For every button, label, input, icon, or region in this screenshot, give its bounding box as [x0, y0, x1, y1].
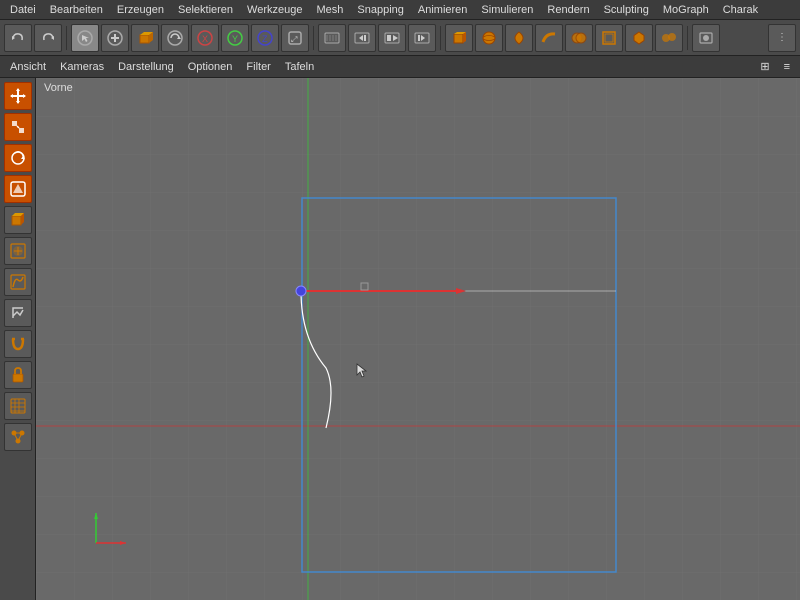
expand-panels-button[interactable]: ⊞: [754, 59, 775, 74]
menu-snapping[interactable]: Snapping: [351, 3, 410, 17]
view-menu-bar: Ansicht Kameras Darstellung Optionen Fil…: [0, 56, 800, 78]
sidebar-scale-btn[interactable]: [4, 113, 32, 141]
sep1: [66, 26, 67, 50]
sep3: [440, 26, 441, 50]
cube-obj-button[interactable]: [445, 24, 473, 52]
sidebar-magnet-btn[interactable]: [4, 330, 32, 358]
main-area: Vorne: [0, 78, 800, 600]
svg-text:⤢: ⤢: [290, 35, 297, 44]
menu-sculpting[interactable]: Sculpting: [598, 3, 655, 17]
subdiv-button[interactable]: [595, 24, 623, 52]
lathe-button[interactable]: [505, 24, 533, 52]
svg-text:Z: Z: [262, 34, 268, 44]
cube-button[interactable]: [131, 24, 159, 52]
sep2: [313, 26, 314, 50]
mirror-z-button[interactable]: Z: [251, 24, 279, 52]
view-menu-kameras[interactable]: Kameras: [54, 60, 110, 74]
menu-rendern[interactable]: Rendern: [541, 3, 595, 17]
next-frame-button[interactable]: [408, 24, 436, 52]
sidebar-grid-btn[interactable]: [4, 392, 32, 420]
keyframe-button[interactable]: [318, 24, 346, 52]
ngon-button[interactable]: [625, 24, 653, 52]
expand-right-button[interactable]: ⋮: [768, 24, 796, 52]
menu-bar: Datei Bearbeiten Erzeugen Selektieren We…: [0, 0, 800, 20]
select-tool-button[interactable]: [71, 24, 99, 52]
mirror-x-button[interactable]: X: [191, 24, 219, 52]
boole-button[interactable]: [565, 24, 593, 52]
sidebar-tool12-btn[interactable]: [4, 423, 32, 451]
undo-button[interactable]: [4, 24, 32, 52]
menu-mograph[interactable]: MoGraph: [657, 3, 715, 17]
sidebar-spline-btn[interactable]: [4, 237, 32, 265]
left-sidebar: [0, 78, 36, 600]
svg-text:X: X: [202, 34, 208, 44]
menu-charak[interactable]: Charak: [717, 3, 764, 17]
live-button[interactable]: [692, 24, 720, 52]
view-menu-optionen[interactable]: Optionen: [182, 60, 239, 74]
sidebar-tool4-btn[interactable]: [4, 175, 32, 203]
view-menu-ansicht[interactable]: Ansicht: [4, 60, 52, 74]
sep4: [687, 26, 688, 50]
menu-erzeugen[interactable]: Erzeugen: [111, 3, 170, 17]
menu-animieren[interactable]: Animieren: [412, 3, 474, 17]
viewport[interactable]: Vorne: [36, 78, 800, 600]
rotate-button[interactable]: [161, 24, 189, 52]
menu-bearbeiten[interactable]: Bearbeiten: [44, 3, 109, 17]
sidebar-move-btn[interactable]: [4, 82, 32, 110]
sidebar-lock-btn[interactable]: [4, 361, 32, 389]
menu-mesh[interactable]: Mesh: [310, 3, 349, 17]
view-options-button[interactable]: ≡: [778, 60, 796, 74]
sphere-button[interactable]: [475, 24, 503, 52]
sidebar-rotate-btn[interactable]: [4, 144, 32, 172]
redo-button[interactable]: [34, 24, 62, 52]
metaball-button[interactable]: [655, 24, 683, 52]
prev-frame-button[interactable]: [348, 24, 376, 52]
svg-text:Y: Y: [232, 34, 238, 44]
view-menu-filter[interactable]: Filter: [240, 60, 276, 74]
sweep-button[interactable]: [535, 24, 563, 52]
sidebar-cube-btn[interactable]: [4, 206, 32, 234]
menu-datei[interactable]: Datei: [4, 3, 42, 17]
view-menu-tafeln[interactable]: Tafeln: [279, 60, 320, 74]
record-button[interactable]: [378, 24, 406, 52]
menu-selektieren[interactable]: Selektieren: [172, 3, 239, 17]
sidebar-nurbs-btn[interactable]: [4, 268, 32, 296]
add-object-button[interactable]: [101, 24, 129, 52]
sidebar-tool8-btn[interactable]: [4, 299, 32, 327]
pan-button[interactable]: ⤢: [281, 24, 309, 52]
mirror-y-button[interactable]: Y: [221, 24, 249, 52]
view-menu-darstellung[interactable]: Darstellung: [112, 60, 180, 74]
main-toolbar: X Y Z ⤢: [0, 20, 800, 56]
menu-simulieren[interactable]: Simulieren: [475, 3, 539, 17]
menu-werkzeuge[interactable]: Werkzeuge: [241, 3, 308, 17]
viewport-grid: [36, 78, 800, 600]
